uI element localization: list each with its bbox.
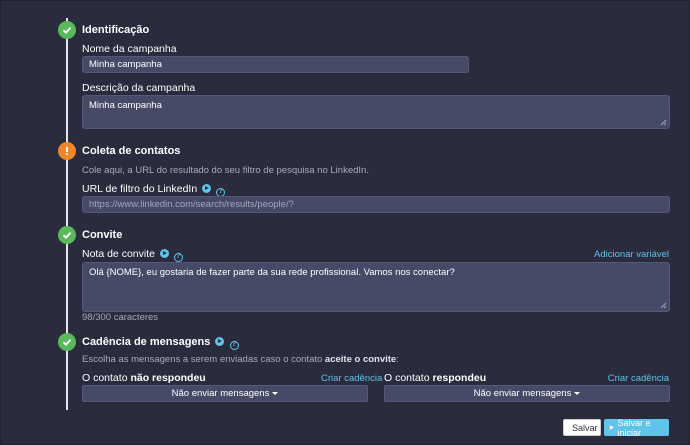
add-variable-link[interactable]: Adicionar variável xyxy=(594,249,669,260)
no-reply-prefix: O contato xyxy=(82,372,128,384)
step-title-convite: Convite xyxy=(82,229,123,241)
caret-down-icon xyxy=(574,392,581,395)
linkedin-url-label-text: URL de filtro do LinkedIn xyxy=(82,183,198,195)
char-counter: 98/300 caracteres xyxy=(82,312,159,323)
coleta-hint: Cole aqui, a URL do resultado do seu fil… xyxy=(82,165,369,176)
help-icon[interactable]: ? xyxy=(173,253,183,262)
linkedin-url-input[interactable]: https://www.linkedin.com/search/results/… xyxy=(82,196,670,213)
invite-note-label: Nota de convite ? xyxy=(82,248,183,262)
campaign-name-value: Minha campanha xyxy=(89,59,162,70)
linkedin-url-label: URL de filtro do LinkedIn ? xyxy=(82,183,226,197)
play-icon[interactable] xyxy=(159,249,169,258)
replied-prefix: O contato xyxy=(384,372,430,384)
invite-note-label-text: Nota de convite xyxy=(82,248,155,260)
no-reply-bold: não respondeu xyxy=(130,372,206,384)
campaign-description-textarea[interactable]: Minha campanha xyxy=(82,95,670,129)
replied-dropdown[interactable]: Não enviar mensagens xyxy=(384,385,670,402)
check-icon xyxy=(58,21,76,39)
check-icon xyxy=(58,333,76,351)
cadencia-hint: Escolha as mensagens a serem enviadas ca… xyxy=(82,354,399,365)
save-and-start-button[interactable]: Salvar e iniciar xyxy=(604,417,669,438)
no-reply-label: O contato não respondeu xyxy=(82,372,206,384)
no-reply-dropdown-value: Não enviar mensagens xyxy=(171,388,270,399)
step-title-cadencia: Cadência de mensagens ? xyxy=(82,336,239,350)
campaign-name-input[interactable]: Minha campanha xyxy=(82,56,469,73)
cadencia-hint-prefix: Escolha as mensagens a serem enviadas ca… xyxy=(82,354,323,365)
play-icon xyxy=(609,425,615,430)
linkedin-url-placeholder: https://www.linkedin.com/search/results/… xyxy=(89,199,294,210)
step-title-identificacao: Identificação xyxy=(82,24,150,36)
steps-timeline xyxy=(66,18,68,410)
save-and-start-label: Salvar e iniciar xyxy=(617,417,651,438)
play-icon[interactable] xyxy=(215,337,225,346)
create-cadence-no-reply-link[interactable]: Criar cadência xyxy=(321,373,382,384)
resize-handle-icon[interactable] xyxy=(660,119,667,126)
step-title-coleta: Coleta de contatos xyxy=(82,145,181,157)
play-icon[interactable] xyxy=(202,184,212,193)
invite-note-value: Olá {NOME}, eu gostaria de fazer parte d… xyxy=(89,267,455,278)
caret-down-icon xyxy=(272,392,279,395)
invite-note-textarea[interactable]: Olá {NOME}, eu gostaria de fazer parte d… xyxy=(82,262,670,312)
save-button-label: Salvar xyxy=(572,422,598,433)
campaign-description-label: Descrição da campanha xyxy=(82,82,196,94)
create-cadence-replied-link[interactable]: Criar cadência xyxy=(608,373,669,384)
save-button[interactable]: Salvar xyxy=(563,419,601,436)
replied-dropdown-value: Não enviar mensagens xyxy=(473,388,572,399)
check-icon xyxy=(58,226,76,244)
no-reply-dropdown[interactable]: Não enviar mensagens xyxy=(82,385,368,402)
campaign-name-label: Nome da campanha xyxy=(82,43,177,55)
cadencia-hint-bold: aceite o convite xyxy=(324,354,397,365)
campaign-description-value: Minha campanha xyxy=(89,100,162,111)
exclamation-icon xyxy=(58,142,76,160)
help-icon[interactable]: ? xyxy=(229,341,239,350)
replied-bold: respondeu xyxy=(432,372,487,384)
resize-handle-icon[interactable] xyxy=(660,302,667,309)
cadencia-hint-suffix: : xyxy=(396,354,399,365)
replied-label: O contato respondeu xyxy=(384,372,486,384)
step-title-cadencia-text: Cadência de mensagens xyxy=(82,336,211,348)
